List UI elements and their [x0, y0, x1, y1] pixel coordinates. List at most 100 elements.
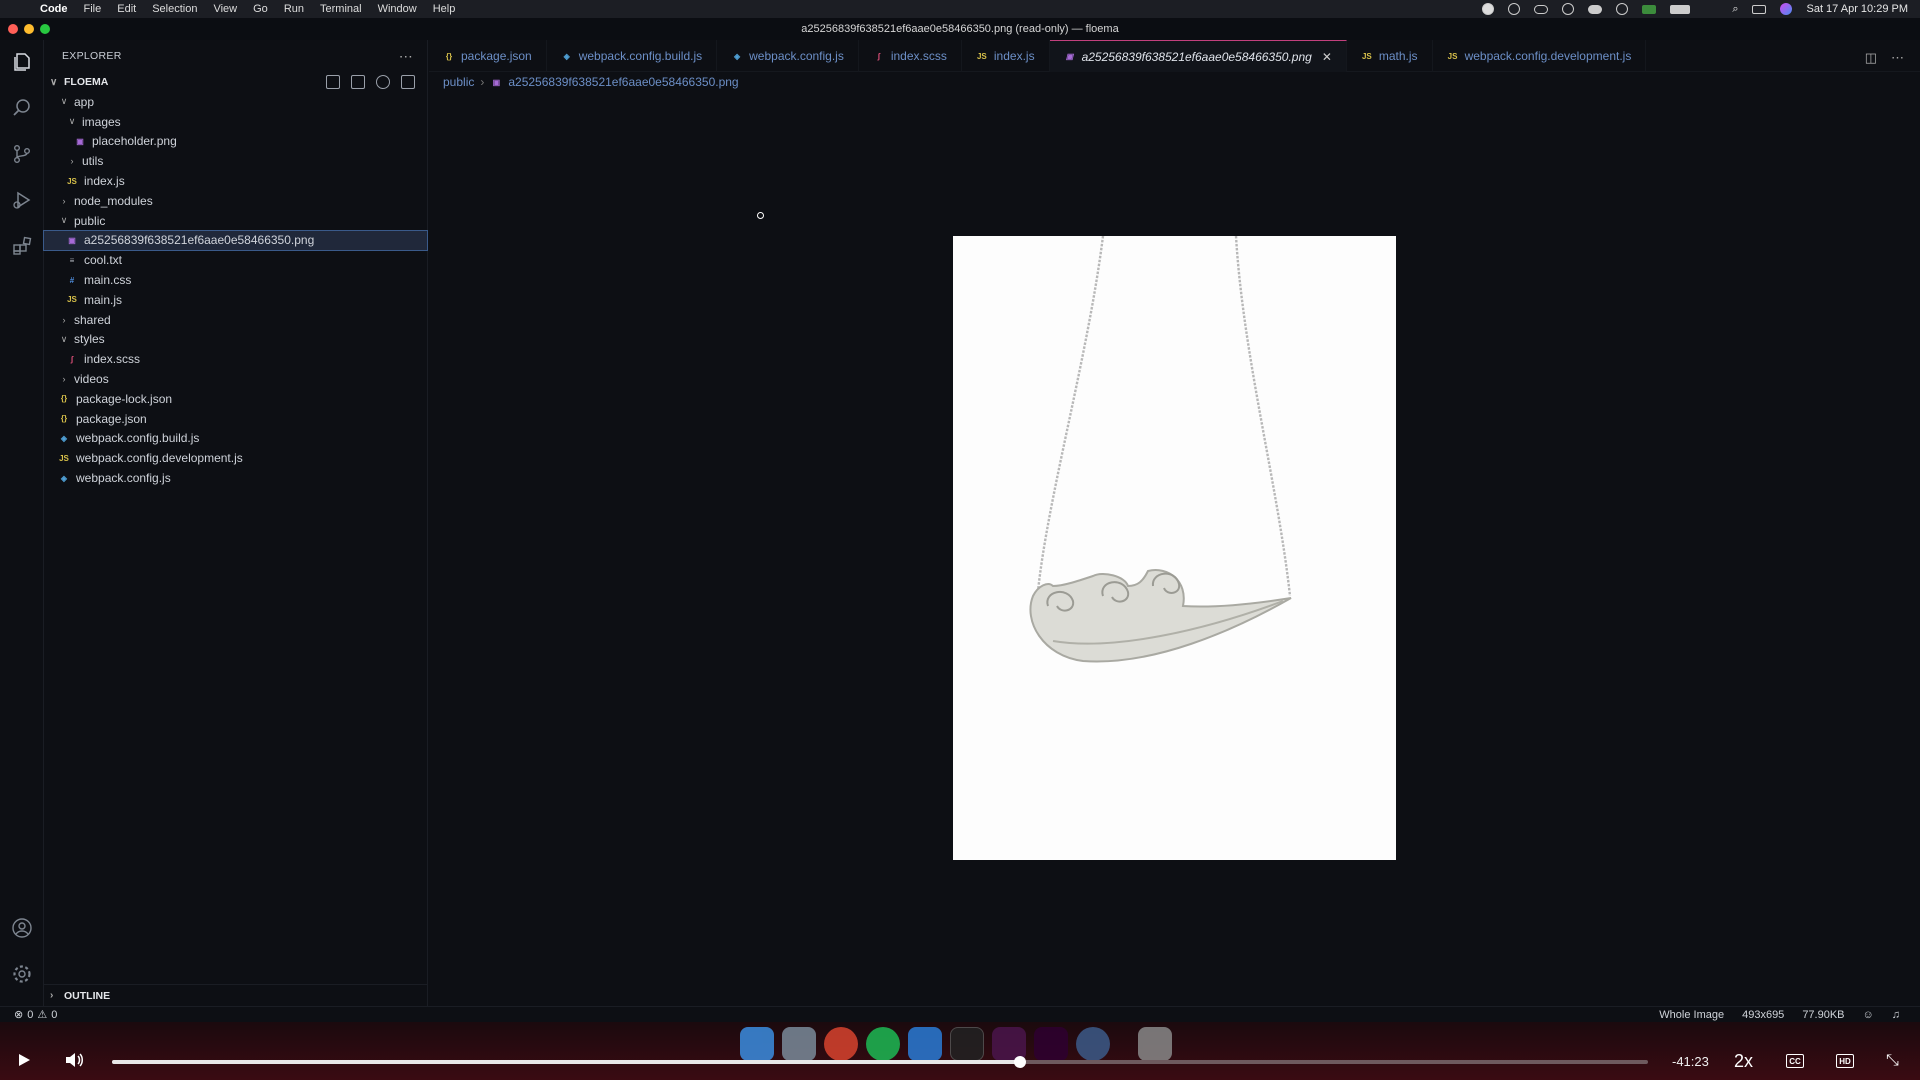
flag-icon[interactable] [1642, 4, 1657, 14]
outline-section-header[interactable]: › OUTLINE [44, 984, 428, 1006]
closed-captions-button[interactable]: CC [1786, 1054, 1804, 1068]
tree-folder[interactable]: ∨ styles [44, 330, 427, 350]
breadcrumb-file[interactable]: a25256839f638521ef6aae0e58466350.png [508, 75, 738, 89]
editor-tab[interactable]: JS index.js [962, 40, 1050, 72]
tree-file[interactable]: JS webpack.config.development.js [44, 448, 427, 468]
collapse-all-icon[interactable] [401, 75, 415, 89]
launchpad-icon[interactable] [782, 1027, 816, 1061]
menu-terminal[interactable]: Terminal [320, 3, 362, 15]
breadcrumb-folder[interactable]: public [443, 75, 474, 89]
zoom-mode[interactable]: Whole Image [1659, 1009, 1724, 1021]
editor-tab[interactable]: ◈ webpack.config.js [717, 40, 859, 72]
chevron-right-icon: › [62, 195, 66, 206]
menu-window[interactable]: Window [378, 3, 417, 15]
new-file-icon[interactable] [326, 75, 340, 89]
menu-selection[interactable]: Selection [152, 3, 197, 15]
settings-gear-icon[interactable] [10, 962, 34, 986]
vscode-icon[interactable] [908, 1027, 942, 1061]
run-debug-icon[interactable] [10, 188, 34, 212]
adobe-xd-icon[interactable] [1034, 1027, 1068, 1061]
tree-folder[interactable]: › videos [44, 369, 427, 389]
tree-item-label: public [74, 213, 106, 228]
tree-folder[interactable]: › shared [44, 310, 427, 330]
js-file-icon: JS [59, 453, 69, 463]
tree-folder[interactable]: › node_modules [44, 191, 427, 211]
tree-file[interactable]: # main.css [44, 270, 427, 290]
tree-file[interactable]: ◈ webpack.config.build.js [44, 429, 427, 449]
battery-icon[interactable] [1670, 4, 1691, 14]
menu-app-name[interactable]: Code [40, 3, 68, 15]
exit-fullscreen-icon[interactable]: ⤡ [1886, 1052, 1899, 1070]
close-tab-icon[interactable]: ✕ [1322, 50, 1332, 64]
editor-tab[interactable]: ʃ index.scss [859, 40, 962, 72]
upload-cloud-icon[interactable] [1588, 4, 1603, 14]
trash-icon[interactable] [1138, 1027, 1172, 1061]
menu-help[interactable]: Help [433, 3, 456, 15]
finder-icon[interactable] [740, 1027, 774, 1061]
status-icon[interactable] [1562, 3, 1575, 15]
notifications-bell-icon[interactable]: ♫ [1892, 1009, 1900, 1021]
more-actions-icon[interactable]: ⋯ [399, 48, 413, 65]
tree-file[interactable]: ▣ a25256839f638521ef6aae0e58466350.png [43, 229, 428, 252]
minimize-window-icon[interactable] [24, 24, 34, 34]
tree-folder[interactable]: ∨ app [44, 92, 427, 112]
creative-cloud-icon[interactable] [1508, 3, 1521, 15]
record-icon[interactable] [1482, 3, 1495, 15]
chrome-icon[interactable] [824, 1027, 858, 1061]
editor-tab[interactable]: ◈ webpack.config.build.js [547, 40, 718, 72]
tree-folder[interactable]: ∨ public [44, 211, 427, 231]
tree-file[interactable]: JS index.js [44, 171, 427, 191]
new-folder-icon[interactable] [351, 75, 365, 89]
video-scrubber-knob[interactable] [1013, 1056, 1026, 1068]
hd-quality-button[interactable]: HD [1836, 1054, 1854, 1068]
quicktime-icon[interactable] [1076, 1027, 1110, 1061]
spotify-icon[interactable] [866, 1027, 900, 1061]
account-icon[interactable] [10, 916, 34, 940]
problems-indicator[interactable]: ⊗ 0 ⚠ 0 [14, 1008, 57, 1022]
siri-icon[interactable] [1780, 3, 1793, 15]
necklace-image-preview[interactable] [953, 235, 1396, 860]
video-scrubber[interactable] [112, 1056, 1648, 1068]
control-center-icon[interactable] [1752, 4, 1767, 14]
more-editor-actions-icon[interactable]: ⋯ [1891, 50, 1904, 66]
menu-view[interactable]: View [213, 3, 237, 15]
maximize-window-icon[interactable] [40, 24, 50, 34]
tree-file[interactable]: ≡ cool.txt [44, 250, 427, 270]
volume-icon[interactable] [64, 1052, 84, 1073]
tree-file[interactable]: ʃ index.scss [44, 349, 427, 369]
editor-tab[interactable]: {} package.json [429, 40, 547, 72]
tree-folder[interactable]: ∨ images [44, 112, 427, 132]
menu-run[interactable]: Run [284, 3, 304, 15]
source-control-icon[interactable] [10, 142, 34, 166]
editor-tab[interactable]: ▣ a25256839f638521ef6aae0e58466350.png ✕ [1049, 40, 1347, 72]
search-icon[interactable] [10, 96, 34, 120]
tree-file[interactable]: {} package-lock.json [44, 389, 427, 409]
menu-go[interactable]: Go [253, 3, 268, 15]
tree-file[interactable]: ▣ placeholder.png [44, 132, 427, 152]
extensions-icon[interactable] [10, 234, 34, 258]
tree-file[interactable]: {} package.json [44, 409, 427, 429]
playback-speed-button[interactable]: 2x [1734, 1051, 1753, 1072]
explorer-icon[interactable] [10, 50, 34, 74]
tree-item-label: placeholder.png [92, 134, 177, 149]
split-editor-icon[interactable]: ◫ [1865, 50, 1877, 66]
js-file-icon: JS [67, 295, 77, 305]
feedback-icon[interactable]: ☺ [1863, 1009, 1874, 1021]
menu-bar-clock[interactable]: Sat 17 Apr 10:29 PM [1806, 3, 1908, 15]
tree-item-label: app [74, 94, 95, 109]
spotlight-search-icon[interactable]: ⌕ [1732, 3, 1738, 16]
tree-folder[interactable]: › utils [44, 151, 427, 171]
menu-edit[interactable]: Edit [117, 3, 136, 15]
cloud-icon[interactable] [1534, 4, 1549, 14]
timer-icon[interactable] [1616, 3, 1629, 15]
editor-tab[interactable]: JS math.js [1347, 40, 1433, 72]
menu-file[interactable]: File [84, 3, 102, 15]
close-window-icon[interactable] [8, 24, 18, 34]
editor-tab-bar: {} package.json ◈ webpack.config.build.js ◈ w… [429, 40, 1920, 72]
play-icon[interactable] [16, 1052, 32, 1073]
tree-file[interactable]: JS main.js [44, 290, 427, 310]
refresh-icon[interactable] [376, 75, 390, 89]
terminal-icon[interactable] [950, 1027, 984, 1061]
tree-file[interactable]: ◈ webpack.config.js [44, 468, 427, 488]
editor-tab[interactable]: JS webpack.config.development.js [1433, 40, 1647, 72]
